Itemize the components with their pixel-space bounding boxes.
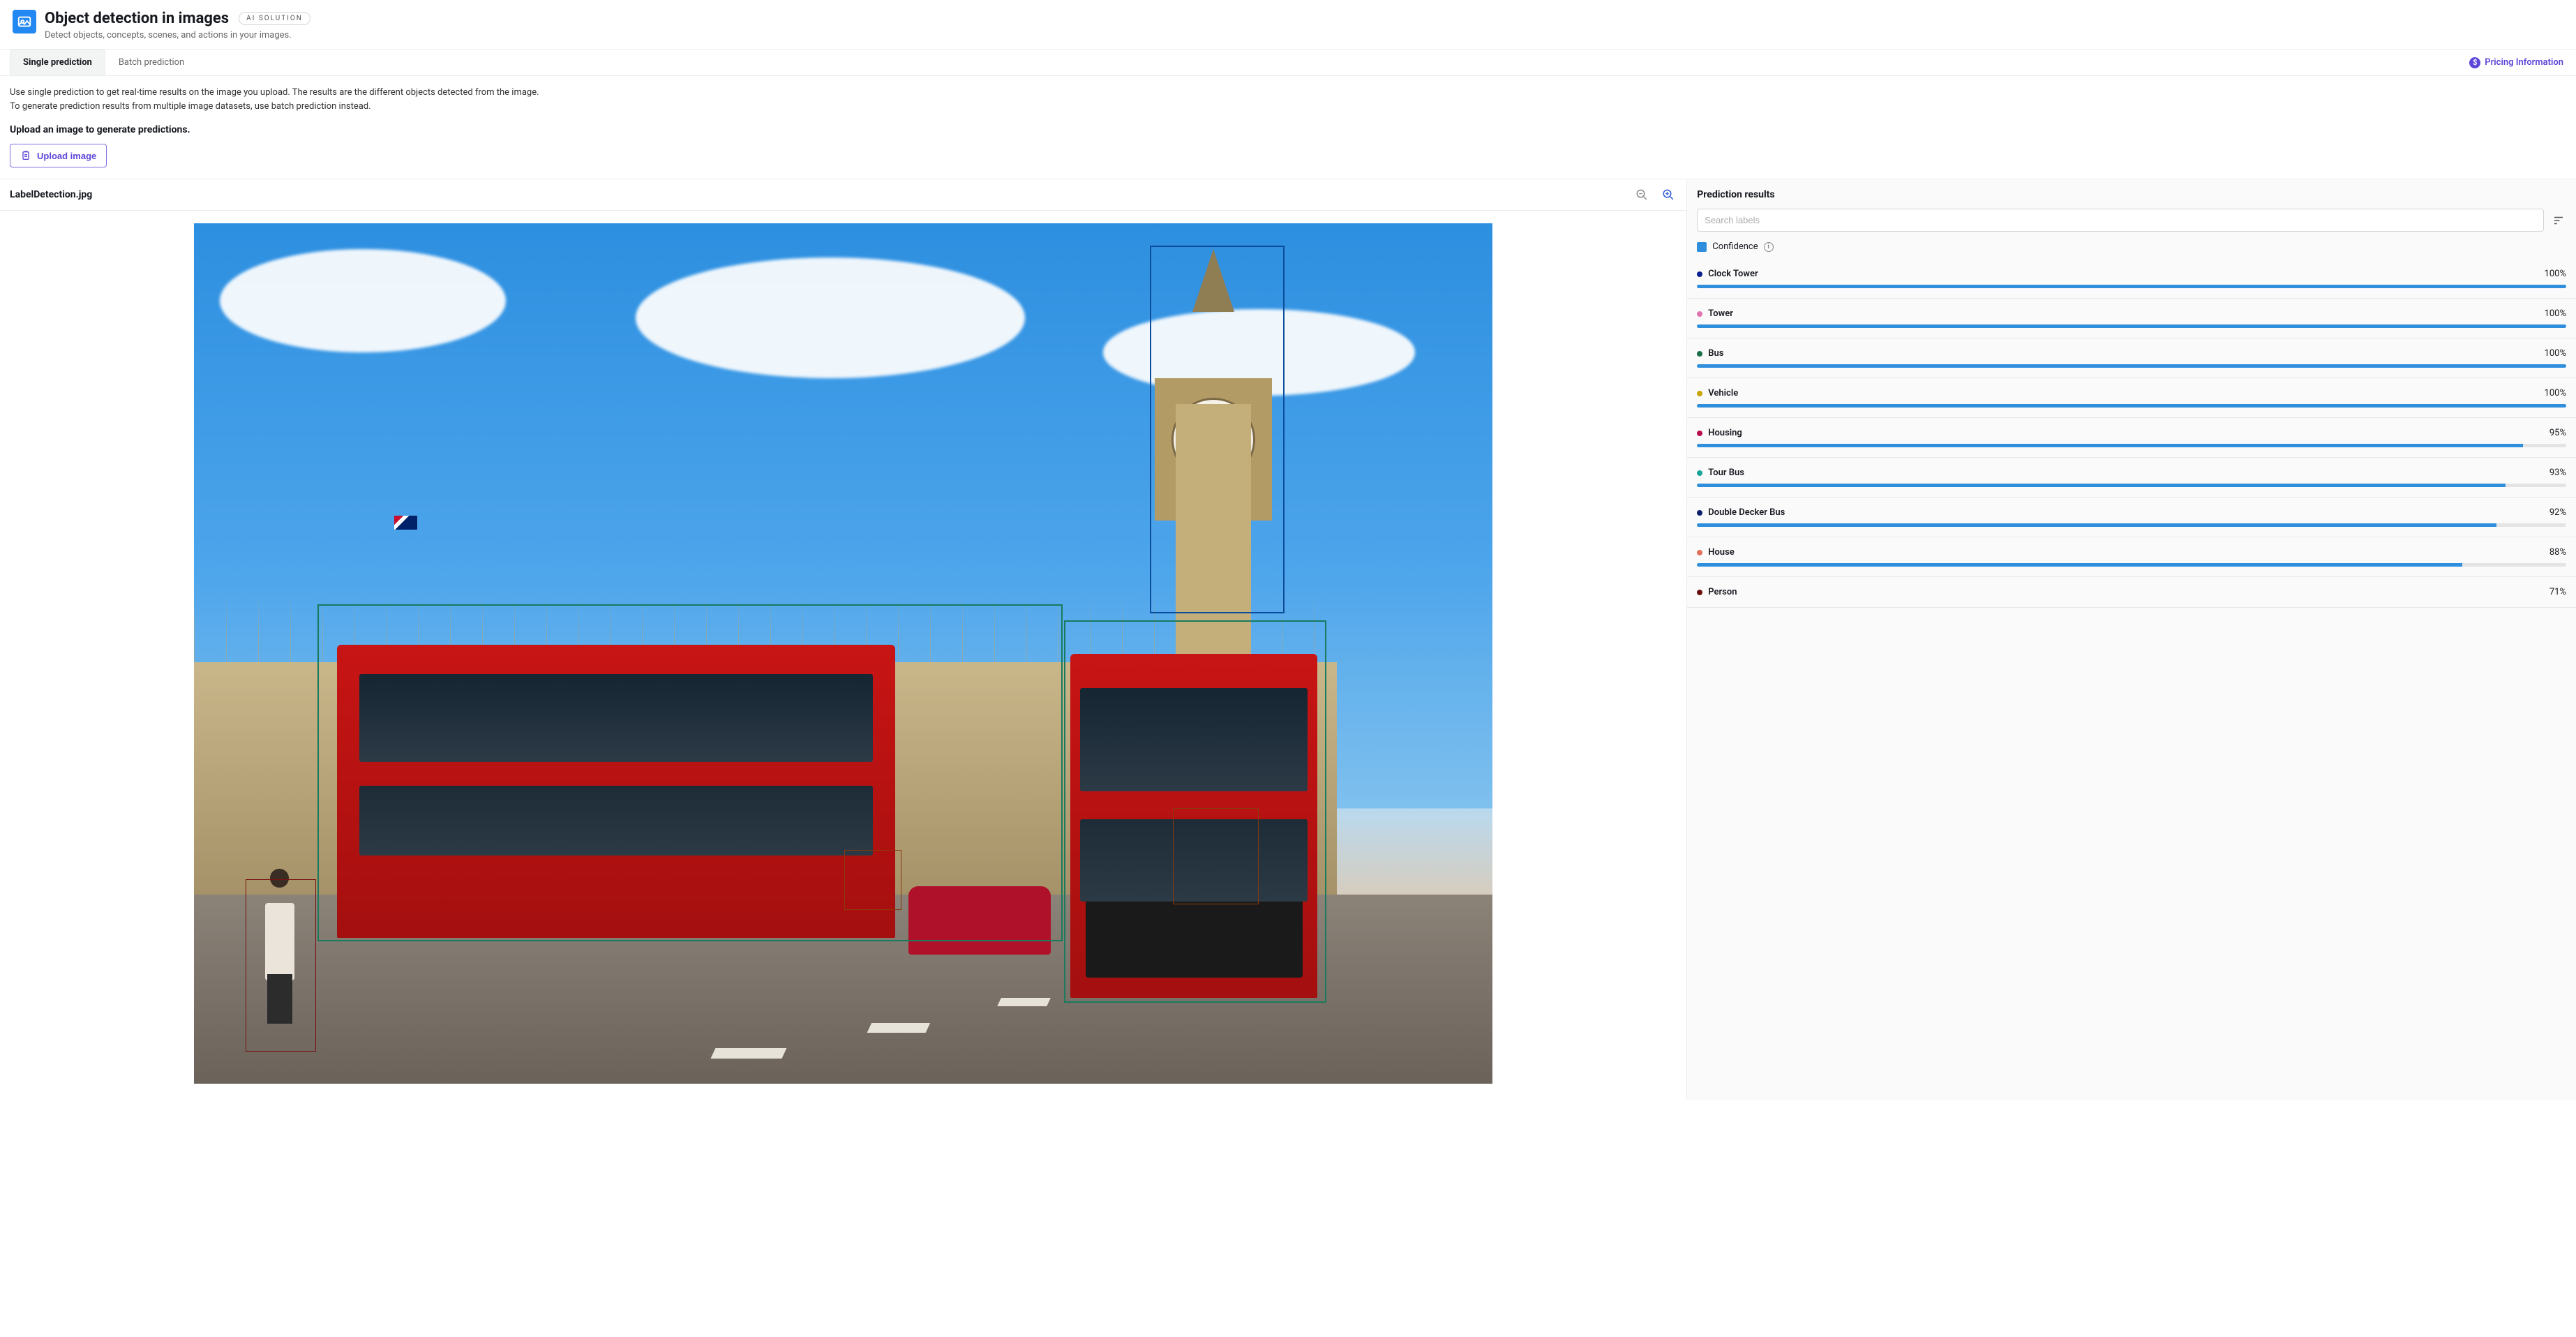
sort-button[interactable] <box>2551 213 2566 228</box>
confidence-label: Confidence <box>1712 241 1758 252</box>
result-label: Tour Bus <box>1708 468 2549 478</box>
confidence-legend: Confidence i <box>1697 241 2566 252</box>
page-subtitle: Detect objects, concepts, scenes, and ac… <box>45 30 2563 40</box>
result-list: Clock Tower100%Tower100%Bus100%Vehicle10… <box>1687 259 2576 608</box>
description-line-1: Use single prediction to get real-time r… <box>10 86 2566 100</box>
result-dot <box>1697 311 1702 317</box>
tabs-row: Single prediction Batch prediction $ Pri… <box>0 50 2576 76</box>
result-label: House <box>1708 547 2549 558</box>
result-label: Vehicle <box>1708 388 2544 398</box>
result-item[interactable]: Vehicle100% <box>1687 378 2576 418</box>
result-item[interactable]: Bus100% <box>1687 338 2576 378</box>
result-label: Housing <box>1708 428 2549 438</box>
page-header: Object detection in images AI SOLUTION D… <box>0 0 2576 50</box>
sort-icon <box>2552 214 2565 227</box>
result-label: Person <box>1708 587 2549 597</box>
result-item[interactable]: Tower100% <box>1687 299 2576 338</box>
app-icon <box>13 10 36 33</box>
result-dot <box>1697 550 1702 555</box>
result-percent: 71% <box>2549 587 2566 597</box>
tab-batch-prediction[interactable]: Batch prediction <box>105 50 197 75</box>
description-line-2: To generate prediction results from mult… <box>10 100 2566 114</box>
image-filename: LabelDetection.jpg <box>10 189 1624 200</box>
result-item[interactable]: Double Decker Bus92% <box>1687 498 2576 537</box>
confidence-color-swatch <box>1697 242 1707 252</box>
result-label: Double Decker Bus <box>1708 507 2549 518</box>
result-percent: 88% <box>2549 547 2566 558</box>
confidence-bar <box>1697 523 2566 527</box>
pricing-label: Pricing Information <box>2485 57 2563 68</box>
confidence-bar <box>1697 285 2566 288</box>
result-dot <box>1697 431 1702 436</box>
result-percent: 100% <box>2545 388 2566 398</box>
confidence-bar <box>1697 404 2566 408</box>
result-dot <box>1697 271 1702 277</box>
clipboard-icon <box>20 150 31 161</box>
detected-image: 453 <box>194 223 1492 1084</box>
result-item[interactable]: Housing95% <box>1687 418 2576 458</box>
result-dot <box>1697 351 1702 357</box>
result-dot <box>1697 391 1702 396</box>
result-percent: 100% <box>2545 308 2566 319</box>
ai-solution-badge: AI SOLUTION <box>239 12 310 25</box>
upload-button-label: Upload image <box>37 151 96 161</box>
image-panel: LabelDetection.jpg <box>0 179 1687 1100</box>
result-item[interactable]: Person71% <box>1687 577 2576 608</box>
info-icon[interactable]: i <box>1764 242 1774 252</box>
confidence-bar <box>1697 484 2566 487</box>
tab-description: Use single prediction to get real-time r… <box>0 76 2576 120</box>
pricing-information-link[interactable]: $ Pricing Information <box>2466 52 2566 74</box>
result-label: Bus <box>1708 348 2544 359</box>
upload-heading: Upload an image to generate predictions. <box>10 124 2566 135</box>
results-panel: Prediction results Confidence i Clock To… <box>1687 179 2576 1100</box>
result-item[interactable]: Tour Bus93% <box>1687 458 2576 498</box>
result-percent: 100% <box>2545 269 2566 279</box>
page-title: Object detection in images <box>45 10 229 27</box>
dollar-icon: $ <box>2469 57 2480 68</box>
result-label: Clock Tower <box>1708 269 2544 279</box>
confidence-bar <box>1697 364 2566 368</box>
bus-route-number: 453 <box>1105 829 1283 853</box>
search-labels-input[interactable] <box>1697 209 2544 232</box>
confidence-bar <box>1697 444 2566 447</box>
upload-image-button[interactable]: Upload image <box>10 144 107 167</box>
result-percent: 100% <box>2545 348 2566 359</box>
zoom-out-button[interactable] <box>1633 186 1650 203</box>
result-dot <box>1697 590 1702 595</box>
result-item[interactable]: House88% <box>1687 537 2576 577</box>
confidence-bar <box>1697 563 2566 567</box>
result-percent: 93% <box>2549 468 2566 478</box>
tab-single-prediction[interactable]: Single prediction <box>10 50 105 75</box>
zoom-out-icon <box>1635 188 1648 201</box>
result-dot <box>1697 470 1702 476</box>
zoom-in-icon <box>1662 188 1675 201</box>
result-dot <box>1697 510 1702 516</box>
zoom-in-button[interactable] <box>1660 186 1677 203</box>
result-item[interactable]: Clock Tower100% <box>1687 259 2576 299</box>
result-label: Tower <box>1708 308 2544 319</box>
results-title: Prediction results <box>1697 189 2566 200</box>
result-percent: 92% <box>2549 507 2566 518</box>
result-percent: 95% <box>2549 428 2566 438</box>
confidence-bar <box>1697 324 2566 328</box>
